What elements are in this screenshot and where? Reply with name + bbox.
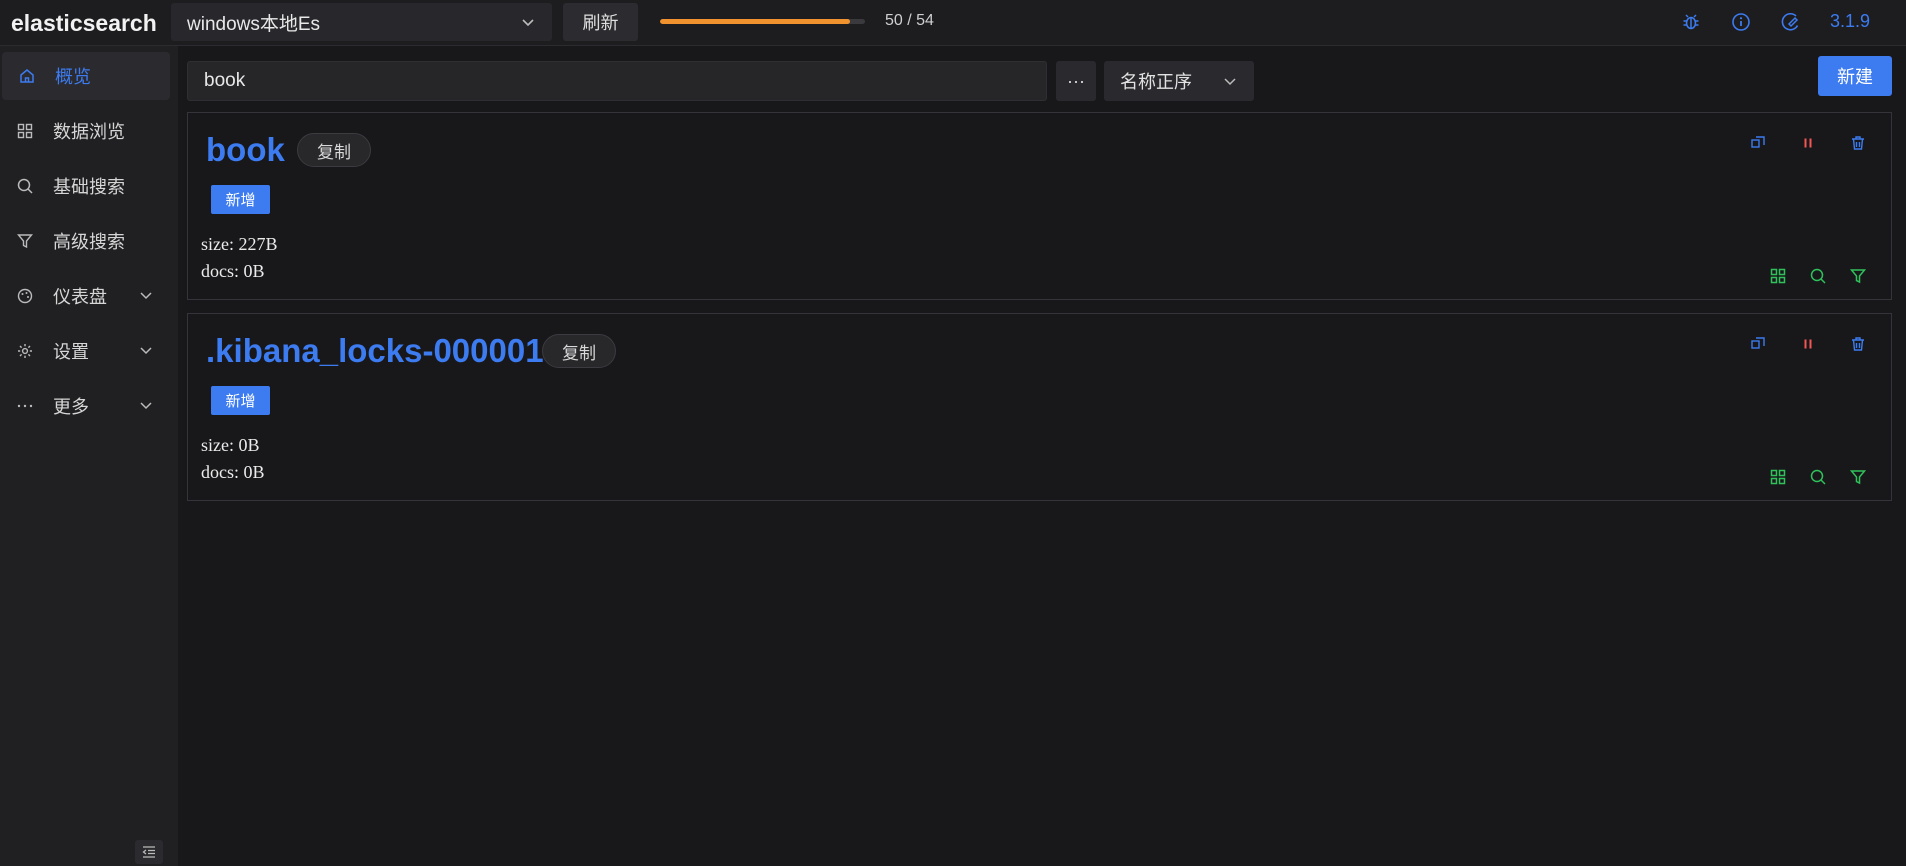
- sidebar-item-data-browse[interactable]: 数据浏览: [0, 107, 168, 155]
- ellipsis-icon: [17, 404, 33, 408]
- top-bar: elasticsearch windows本地Es 刷新 50 / 54 3.1…: [0, 0, 1906, 46]
- filter-icon[interactable]: [1849, 267, 1867, 285]
- sidebar-collapse-button[interactable]: [135, 840, 163, 864]
- grid-icon[interactable]: [1769, 468, 1787, 486]
- bug-icon[interactable]: [1681, 12, 1701, 32]
- version-label: 3.1.9: [1830, 11, 1871, 31]
- progress-bar: [660, 19, 865, 24]
- refresh-button[interactable]: 刷新: [563, 3, 638, 41]
- menu-fold-icon: [142, 846, 155, 858]
- search-icon[interactable]: [1809, 267, 1827, 285]
- chevron-down-icon: [140, 347, 152, 355]
- index-docs: docs: 0B: [201, 261, 265, 281]
- add-button[interactable]: 新增: [211, 185, 270, 214]
- alias-icon[interactable]: [1749, 335, 1767, 353]
- index-card: book 复制 新增 size: 227B docs: 0B: [187, 112, 1892, 300]
- info-icon[interactable]: [1731, 12, 1751, 32]
- sidebar-item-label: 数据浏览: [53, 122, 125, 142]
- sort-select[interactable]: 名称正序: [1104, 61, 1254, 101]
- delete-icon[interactable]: [1849, 134, 1867, 152]
- search-icon: [17, 178, 33, 194]
- index-name-link[interactable]: .kibana_locks-000001: [206, 332, 544, 370]
- copy-button[interactable]: 复制: [542, 334, 616, 368]
- sidebar-item-label: 基础搜索: [53, 177, 125, 197]
- chevron-down-icon: [140, 402, 152, 410]
- grid-icon[interactable]: [1769, 267, 1787, 285]
- sidebar-item-advanced-search[interactable]: 高级搜索: [0, 217, 168, 265]
- sidebar-item-dashboard[interactable]: 仪表盘: [0, 272, 168, 320]
- chevron-down-icon: [522, 19, 534, 27]
- sidebar-item-overview[interactable]: 概览: [2, 52, 170, 100]
- delete-icon[interactable]: [1849, 335, 1867, 353]
- sidebar-item-label: 更多: [53, 397, 89, 417]
- alias-icon[interactable]: [1749, 134, 1767, 152]
- index-size: size: 227B: [201, 234, 278, 254]
- sidebar-item-label: 设置: [53, 342, 89, 362]
- brand-logo: elasticsearch: [11, 10, 157, 36]
- connection-select[interactable]: windows本地Es: [171, 3, 552, 41]
- theme-icon[interactable]: [1781, 12, 1801, 32]
- sidebar-item-basic-search[interactable]: 基础搜索: [0, 162, 168, 210]
- sidebar-item-label: 高级搜索: [53, 232, 125, 252]
- more-options-button[interactable]: ···: [1056, 61, 1096, 101]
- connection-select-value: windows本地Es: [187, 13, 321, 35]
- copy-button[interactable]: 复制: [297, 133, 371, 167]
- grid-icon: [17, 123, 33, 139]
- add-button[interactable]: 新增: [211, 386, 270, 415]
- chevron-down-icon: [1224, 78, 1236, 86]
- sidebar: 概览 数据浏览 基础搜索 高级搜索 仪表盘 设置 更多: [0, 46, 178, 866]
- new-index-button[interactable]: 新建: [1818, 56, 1892, 96]
- progress-bar-fill: [660, 19, 850, 24]
- sidebar-item-label: 仪表盘: [53, 287, 107, 307]
- index-docs: docs: 0B: [201, 462, 265, 482]
- filter-icon[interactable]: [1849, 468, 1867, 486]
- palette-icon: [17, 288, 33, 304]
- sort-select-value: 名称正序: [1120, 72, 1192, 92]
- progress-text: 50 / 54: [885, 12, 934, 29]
- filter-icon: [17, 234, 33, 249]
- search-input[interactable]: [187, 61, 1047, 101]
- sidebar-item-label: 概览: [55, 67, 91, 87]
- gear-icon: [18, 344, 32, 358]
- home-icon: [20, 69, 34, 83]
- pause-icon[interactable]: [1799, 134, 1817, 152]
- pause-icon[interactable]: [1799, 335, 1817, 353]
- index-size: size: 0B: [201, 435, 260, 455]
- sidebar-item-more[interactable]: 更多: [0, 382, 168, 430]
- index-card: .kibana_locks-000001 复制 新增 size: 0B docs…: [187, 313, 1892, 501]
- sidebar-item-settings[interactable]: 设置: [0, 327, 168, 375]
- search-icon[interactable]: [1809, 468, 1827, 486]
- index-name-link[interactable]: book: [206, 131, 285, 169]
- chevron-down-icon: [140, 292, 152, 300]
